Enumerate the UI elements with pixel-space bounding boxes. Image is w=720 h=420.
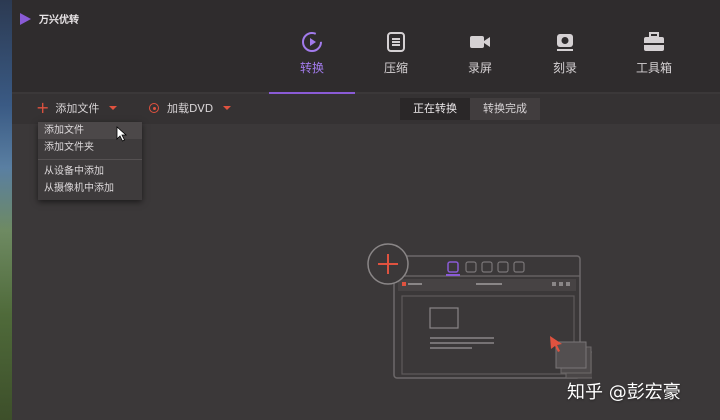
nav-compress-label: 压缩	[383, 61, 408, 75]
nav-record-screen-label: 录屏	[467, 61, 492, 75]
burn-disc-icon	[522, 30, 608, 54]
menu-item-add-from-device[interactable]: 从设备中添加	[38, 163, 142, 180]
nav-burn-label: 刻录	[552, 61, 577, 75]
chevron-down-icon	[223, 106, 232, 110]
empty-state-illustration[interactable]	[356, 242, 592, 382]
add-file-button[interactable]: + 添加文件	[36, 98, 118, 117]
main-nav: 转换 压缩 录屏 刻录 工具箱	[12, 30, 720, 92]
desktop-background	[0, 0, 12, 420]
logo-play-icon	[20, 12, 31, 25]
app-logo: 万兴优转	[20, 11, 79, 26]
record-screen-icon	[437, 30, 523, 54]
toolbox-icon	[611, 30, 697, 54]
tab-converted[interactable]: 转换完成	[470, 98, 540, 120]
top-bar: 万兴优转 转换 压缩 录屏 刻录 工具箱	[12, 0, 720, 92]
nav-toolbox[interactable]: 工具箱	[611, 30, 697, 76]
app-window: 万兴优转 转换 压缩 录屏 刻录 工具箱 + 添加文件 加载DVD 正在转换 转…	[12, 0, 720, 420]
watermark: 知乎 @彭宏豪	[567, 382, 681, 403]
load-dvd-label: 加载DVD	[167, 102, 214, 115]
nav-toolbox-label: 工具箱	[635, 61, 672, 75]
nav-convert[interactable]: 转换	[269, 30, 355, 76]
nav-record-screen[interactable]: 录屏	[437, 30, 523, 76]
app-title: 万兴优转	[39, 15, 79, 26]
menu-item-add-from-camera[interactable]: 从摄像机中添加	[38, 180, 142, 197]
chevron-down-icon	[109, 106, 118, 110]
load-dvd-button[interactable]: 加载DVD	[149, 100, 232, 116]
mouse-pointer-icon	[116, 126, 128, 142]
tab-converting[interactable]: 正在转换	[400, 98, 470, 120]
nav-convert-label: 转换	[299, 61, 324, 75]
nav-compress[interactable]: 压缩	[353, 30, 439, 76]
disc-icon	[149, 103, 159, 113]
compress-icon	[353, 30, 439, 54]
convert-icon	[269, 30, 355, 54]
toolbar: + 添加文件 加载DVD 正在转换 转换完成	[12, 94, 720, 124]
plus-icon: +	[36, 98, 50, 117]
add-file-label: 添加文件	[55, 102, 100, 115]
nav-burn[interactable]: 刻录	[522, 30, 608, 76]
menu-divider	[38, 159, 142, 160]
conversion-tabs: 正在转换 转换完成	[400, 98, 540, 120]
